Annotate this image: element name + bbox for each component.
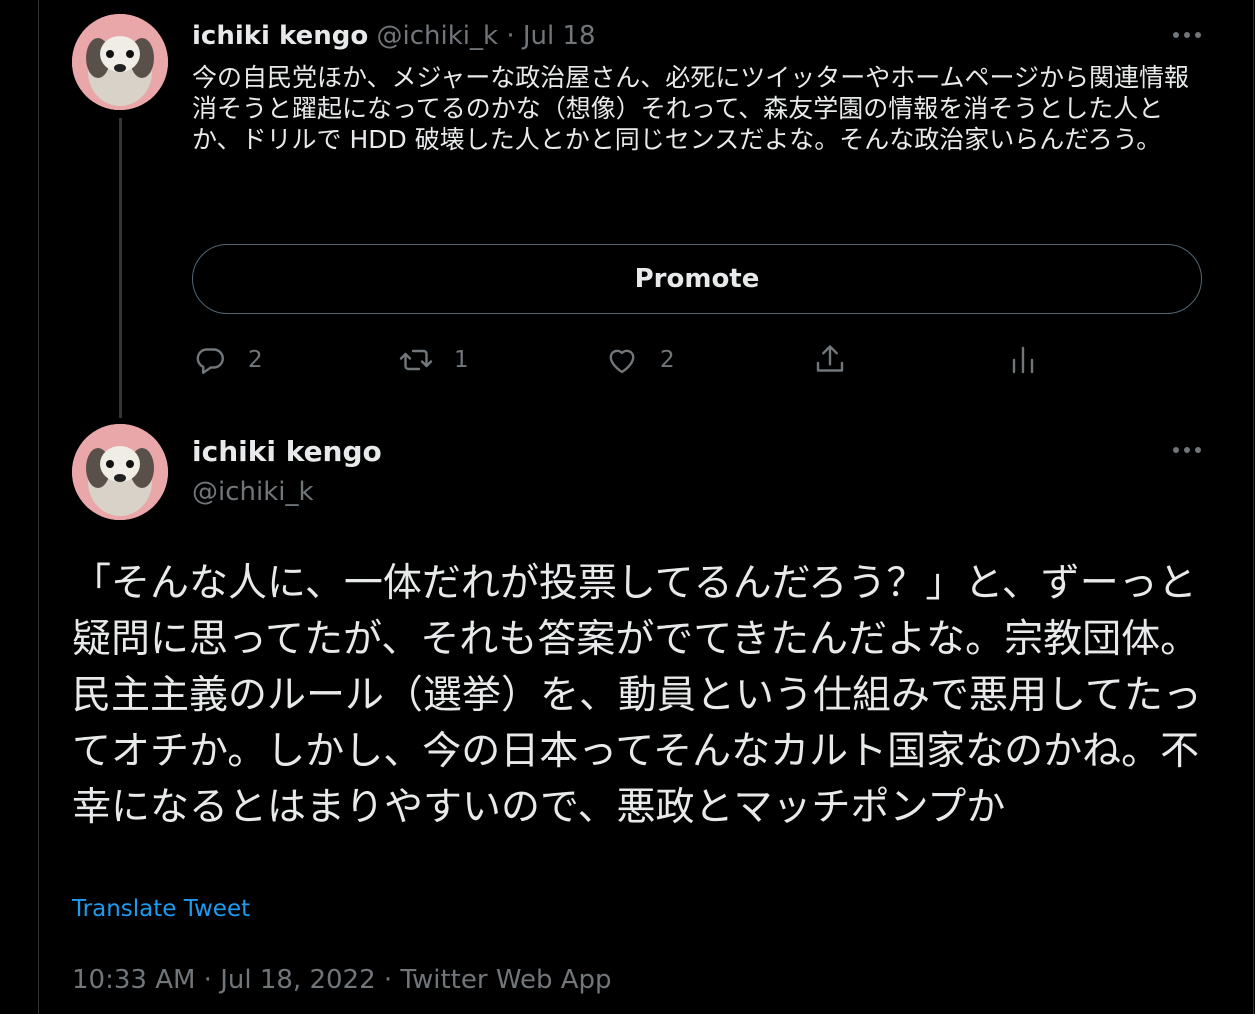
dog-avatar-icon bbox=[72, 424, 168, 520]
like-count: 2 bbox=[660, 347, 675, 373]
like-icon bbox=[609, 349, 635, 374]
author-handle[interactable]: @ichiki_k bbox=[192, 474, 314, 510]
share-button[interactable] bbox=[812, 340, 848, 380]
separator: · bbox=[506, 21, 515, 51]
translate-tweet-link[interactable]: Translate Tweet bbox=[72, 896, 250, 922]
author-name[interactable]: ichiki kengo bbox=[192, 21, 368, 51]
tweet1-text: 今の自民党ほか、メジャーな政治屋さん、必死にツイッターやホームページから関連情報… bbox=[192, 63, 1190, 154]
avatar[interactable] bbox=[72, 424, 168, 520]
like-button[interactable]: 2 bbox=[604, 340, 675, 380]
author-handle[interactable]: @ichiki_k bbox=[376, 21, 498, 51]
retweet-icon bbox=[399, 349, 433, 371]
more-icon[interactable] bbox=[1170, 25, 1204, 45]
analytics-button[interactable] bbox=[1005, 340, 1041, 380]
reply-count: 2 bbox=[248, 347, 263, 373]
reply-icon bbox=[196, 348, 224, 374]
tweet-timestamp[interactable]: 10:33 AM · Jul 18, 2022 · Twitter Web Ap… bbox=[72, 962, 612, 998]
avatar[interactable] bbox=[72, 14, 168, 110]
share-icon bbox=[816, 345, 844, 372]
promote-button[interactable]: Promote bbox=[192, 244, 1202, 314]
analytics-icon bbox=[1012, 346, 1034, 374]
tweet2-text: 「そんな人に、一体だれが投票してるんだろう？」と、ずーっと疑問に思ってたが、それ… bbox=[72, 561, 1202, 830]
more-icon[interactable] bbox=[1170, 440, 1204, 460]
tweet1-header: ichiki kengo @ichiki_k · Jul 18 bbox=[192, 18, 596, 54]
retweet-button[interactable]: 1 bbox=[398, 340, 469, 380]
retweet-count: 1 bbox=[454, 347, 469, 373]
thread-connector-line bbox=[119, 118, 122, 418]
reply-button[interactable]: 2 bbox=[192, 340, 263, 380]
tweet-date[interactable]: Jul 18 bbox=[523, 21, 596, 51]
author-name[interactable]: ichiki kengo bbox=[192, 434, 382, 470]
dog-avatar-icon bbox=[72, 14, 168, 110]
